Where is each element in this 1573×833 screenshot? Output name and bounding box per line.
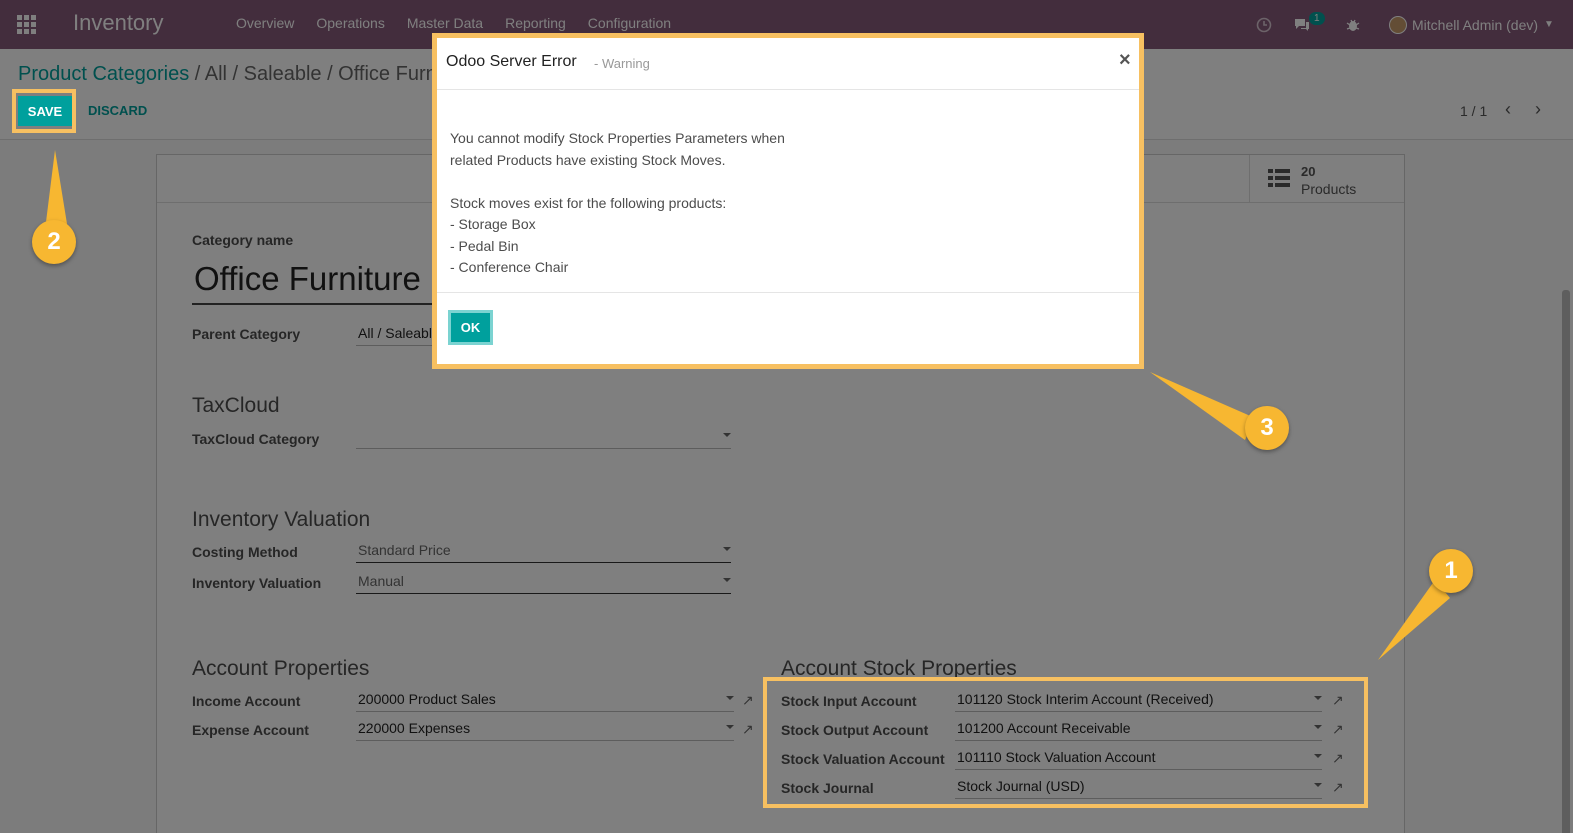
dialog-line: related Products have existing Stock Mov… bbox=[450, 151, 726, 168]
dialog-line bbox=[450, 171, 785, 193]
dialog-line: You cannot modify Stock Properties Param… bbox=[450, 130, 785, 146]
close-icon[interactable]: × bbox=[1119, 49, 1131, 72]
error-dialog: Odoo Server Error - Warning × You cannot… bbox=[432, 33, 1144, 369]
dialog-title: Odoo Server Error bbox=[446, 53, 577, 70]
dialog-footer: OK bbox=[437, 292, 1139, 364]
dialog-line: Stock moves exist for the following prod… bbox=[450, 194, 727, 211]
dialog-header: Odoo Server Error - Warning × bbox=[437, 38, 1139, 90]
dialog-line: - Storage Box bbox=[450, 216, 536, 232]
dialog-line: - Pedal Bin bbox=[450, 237, 519, 254]
callout-1: 1 bbox=[1429, 549, 1473, 593]
dialog-body: You cannot modify Stock Properties Param… bbox=[450, 128, 785, 279]
callout-3: 3 bbox=[1245, 406, 1289, 450]
save-button-highlighted[interactable]: SAVE bbox=[18, 96, 72, 126]
dialog-subtitle: - Warning bbox=[594, 56, 650, 71]
dialog-line: - Conference Chair bbox=[450, 259, 569, 275]
callout-2: 2 bbox=[32, 220, 76, 264]
stock-properties-highlight bbox=[763, 677, 1368, 808]
ok-button[interactable]: OK bbox=[448, 310, 493, 345]
